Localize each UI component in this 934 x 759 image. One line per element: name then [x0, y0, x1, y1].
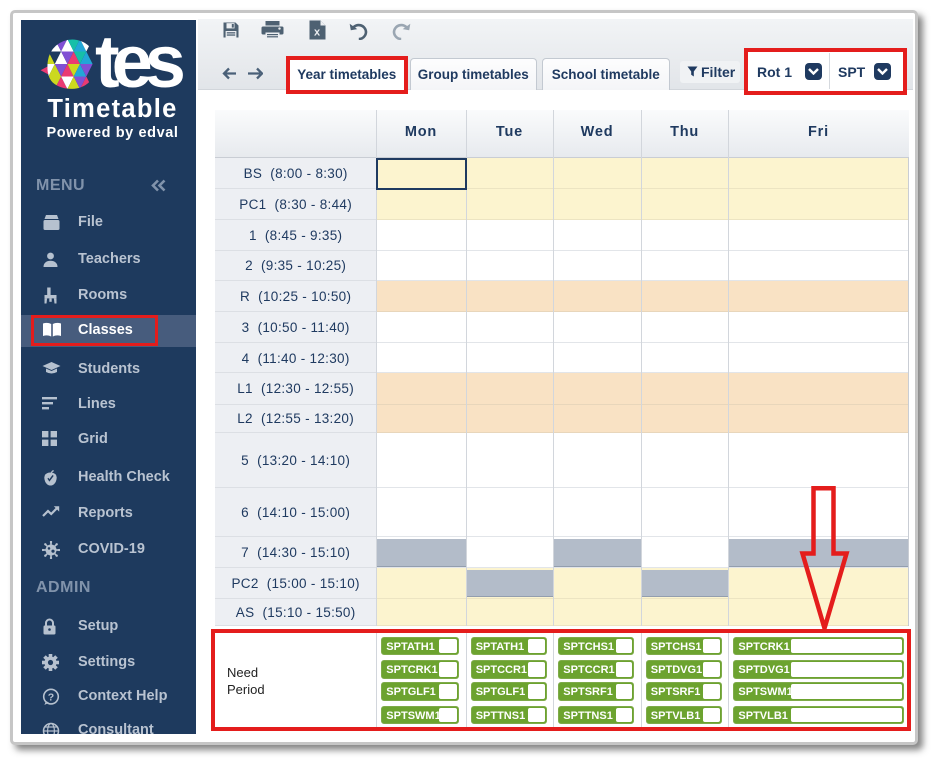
- svg-text:?: ?: [48, 691, 54, 703]
- svg-text:x: x: [314, 27, 321, 39]
